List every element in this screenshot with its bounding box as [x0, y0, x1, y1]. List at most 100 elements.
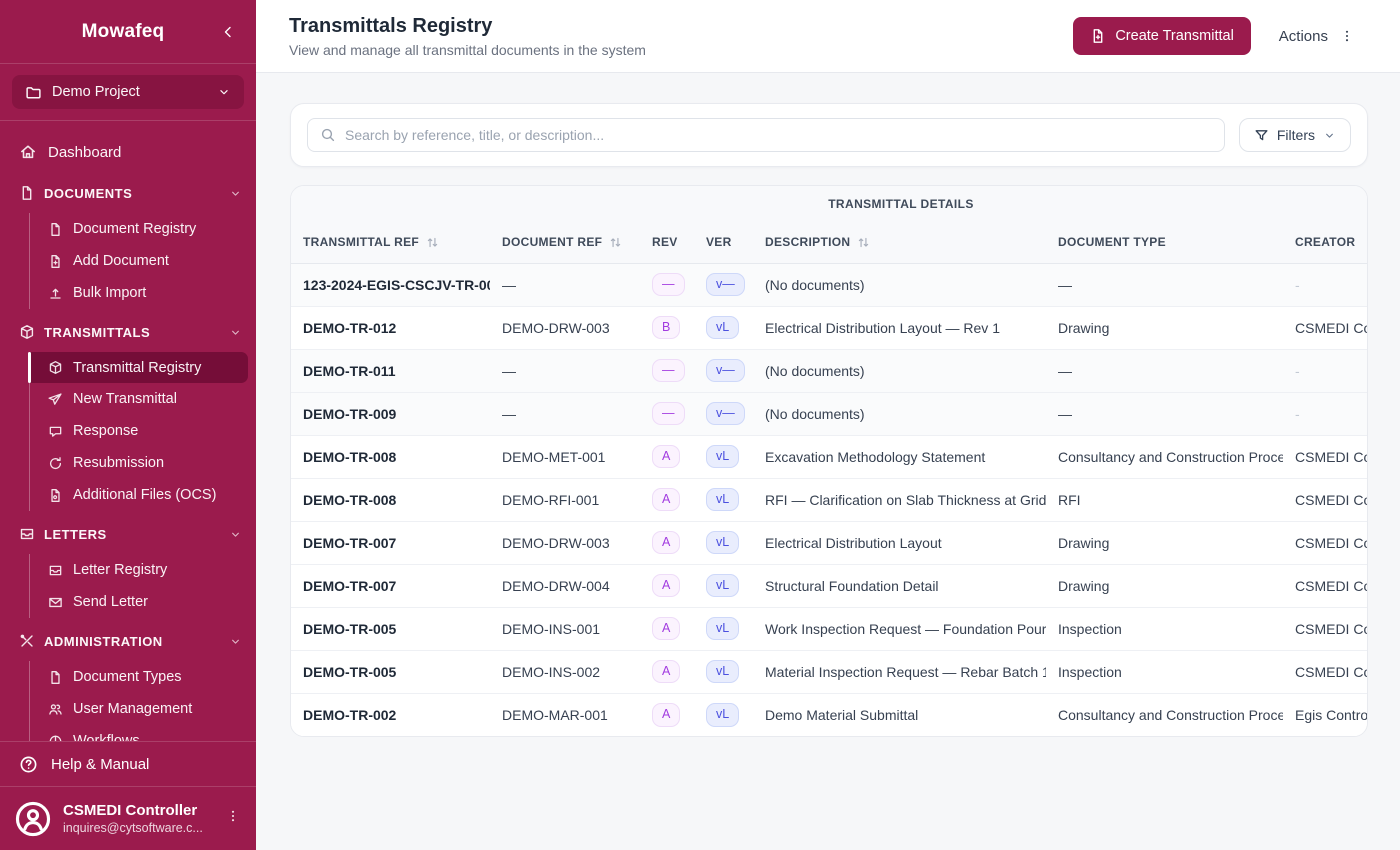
sidebar-nav: Dashboard DOCUMENTS Document Registry Ad… [0, 121, 256, 741]
table-row[interactable]: DEMO-TR-008 DEMO-MET-001 A vL Excavation… [291, 434, 1367, 478]
administration-sublist: Document Types User Management Workflows [29, 661, 256, 741]
chevron-down-icon [1326, 133, 1333, 138]
sidebar-item-transmittal-registry[interactable]: Transmittal Registry [28, 352, 248, 383]
refresh-icon [50, 456, 62, 469]
sidebar-item-label: Dashboard [48, 143, 122, 161]
user-meta: CSMEDI Controller inquires@cytsoftware.c… [63, 802, 210, 835]
sidebar-item-document-types[interactable]: Document Types [30, 661, 248, 693]
cell-description: (No documents) [753, 391, 1046, 435]
sidebar-item-help-manual[interactable]: Help & Manual [0, 741, 256, 786]
chevron-down-icon [232, 532, 239, 537]
user-name: CSMEDI Controller [63, 802, 198, 820]
rev-badge: A [652, 487, 681, 512]
sidebar-section-transmittals[interactable]: TRANSMITTALS [0, 314, 256, 350]
sidebar-collapse-button[interactable] [220, 24, 236, 40]
sidebar-section-administration[interactable]: ADMINISTRATION [0, 623, 256, 659]
cell-rev: A [640, 520, 694, 564]
filters-button[interactable]: Filters [1238, 118, 1351, 152]
ver-badge: v— [706, 272, 745, 297]
documents-sublist: Document Registry Add Document Bulk Impo… [29, 213, 256, 309]
cell-description: Structural Foundation Detail [753, 563, 1046, 607]
sidebar-section-documents[interactable]: DOCUMENTS [0, 175, 256, 211]
table-row[interactable]: DEMO-TR-009 — — v— (No documents) — - [291, 391, 1367, 435]
project-selector[interactable]: Demo Project [12, 75, 244, 109]
column-header-document-ref[interactable]: DOCUMENT REF [490, 222, 640, 264]
main-area: Transmittals Registry View and manage al… [256, 0, 1400, 850]
sidebar-item-letter-registry[interactable]: Letter Registry [30, 554, 248, 586]
section-label: ADMINISTRATION [44, 633, 163, 649]
search-input[interactable] [345, 127, 1212, 143]
ver-badge: vL [706, 573, 740, 598]
sidebar-item-response[interactable]: Response [30, 415, 248, 447]
search-icon [321, 128, 335, 142]
search-box [307, 118, 1225, 152]
app-logo: Mowafeq [81, 20, 165, 42]
table-row[interactable]: DEMO-TR-005 DEMO-INS-002 A vL Material I… [291, 649, 1367, 693]
cell-creator: CSMEDI Controller [1283, 563, 1367, 607]
chat-icon [49, 426, 62, 437]
table-row[interactable]: DEMO-TR-011 — — v— (No documents) — - [291, 348, 1367, 392]
cell-description: Work Inspection Request — Foundation Pou… [753, 606, 1046, 650]
table-row[interactable]: DEMO-TR-007 DEMO-DRW-003 A vL Electrical… [291, 520, 1367, 564]
sidebar-item-add-document[interactable]: Add Document [30, 245, 248, 277]
sort-icon [426, 236, 439, 249]
ver-badge: vL [706, 487, 740, 512]
cell-rev: B [640, 305, 694, 349]
chevron-left-icon [224, 26, 231, 37]
table-row[interactable]: DEMO-TR-008 DEMO-RFI-001 A vL RFI — Clar… [291, 477, 1367, 521]
cell-document-ref: DEMO-MAR-001 [490, 692, 640, 736]
user-menu-button[interactable] [222, 804, 244, 833]
cell-document-type: Drawing [1046, 563, 1283, 607]
column-header-description[interactable]: DESCRIPTION [753, 222, 1046, 264]
table-row[interactable]: DEMO-TR-012 DEMO-DRW-003 B vL Electrical… [291, 305, 1367, 349]
column-header-ver: VER [694, 222, 753, 264]
funnel-icon [1255, 129, 1268, 140]
sidebar-item-label: Response [73, 423, 139, 439]
sidebar-item-resubmission[interactable]: Resubmission [30, 447, 248, 479]
cell-ver: vL [694, 434, 753, 478]
file-plus-icon [51, 254, 60, 268]
file-badge-icon [51, 488, 60, 502]
ver-badge: vL [706, 444, 740, 469]
sidebar-item-label: Bulk Import [73, 285, 147, 301]
cell-creator: - [1283, 348, 1367, 392]
cell-rev: A [640, 563, 694, 607]
column-header-transmittal-ref[interactable]: TRANSMITTAL REF [291, 222, 490, 264]
column-header-rev: REV [640, 222, 694, 264]
sidebar-item-dashboard[interactable]: Dashboard [0, 134, 256, 170]
sidebar-item-new-transmittal[interactable]: New Transmittal [30, 383, 248, 415]
ver-badge: vL [706, 659, 740, 684]
sidebar-section-letters[interactable]: LETTERS [0, 516, 256, 552]
sidebar-item-additional-files[interactable]: Additional Files (OCS) [30, 479, 248, 511]
sidebar-item-send-letter[interactable]: Send Letter [30, 586, 248, 618]
table-row[interactable]: DEMO-TR-007 DEMO-DRW-004 A vL Structural… [291, 563, 1367, 607]
cell-creator: Egis Controller [1283, 692, 1367, 736]
sidebar-item-user-management[interactable]: User Management [30, 693, 248, 725]
actions-button[interactable]: Actions [1279, 28, 1354, 45]
actions-label: Actions [1278, 27, 1328, 45]
section-label: DOCUMENTS [44, 185, 133, 201]
create-transmittal-button[interactable]: Create Transmittal [1073, 17, 1251, 55]
cell-ver: vL [694, 563, 753, 607]
sidebar-item-document-registry[interactable]: Document Registry [30, 213, 248, 245]
cell-transmittal-ref: DEMO-TR-009 [291, 391, 490, 435]
table-row[interactable]: DEMO-TR-002 DEMO-MAR-001 A vL Demo Mater… [291, 692, 1367, 736]
folder-icon [26, 86, 41, 98]
cell-transmittal-ref: DEMO-TR-007 [291, 563, 490, 607]
cell-transmittal-ref: DEMO-TR-012 [291, 305, 490, 349]
table-scroll-container[interactable]: TRANSMITTAL DETAILS TRANSMITTAL REF DOCU… [291, 186, 1367, 736]
sidebar-item-bulk-import[interactable]: Bulk Import [30, 277, 248, 309]
group-header-transmittal-details: TRANSMITTAL DETAILS [291, 186, 1367, 222]
cell-document-type: — [1046, 348, 1283, 392]
sidebar: Mowafeq Demo Project Dashboard DOCUMENTS [0, 0, 256, 850]
table-row[interactable]: 123-2024-EGIS-CSCJV-TR-001 — — v— (No do… [291, 263, 1367, 306]
rev-badge: A [652, 702, 681, 727]
table-row[interactable]: DEMO-TR-005 DEMO-INS-001 A vL Work Inspe… [291, 606, 1367, 650]
cell-description: Electrical Distribution Layout [753, 520, 1046, 564]
cell-transmittal-ref: DEMO-TR-011 [291, 348, 490, 392]
cell-description: Electrical Distribution Layout — Rev 1 [753, 305, 1046, 349]
cell-ver: vL [694, 606, 753, 650]
cell-rev: — [640, 391, 694, 435]
sidebar-item-workflows[interactable]: Workflows [30, 725, 248, 741]
create-transmittal-label: Create Transmittal [1115, 28, 1234, 44]
